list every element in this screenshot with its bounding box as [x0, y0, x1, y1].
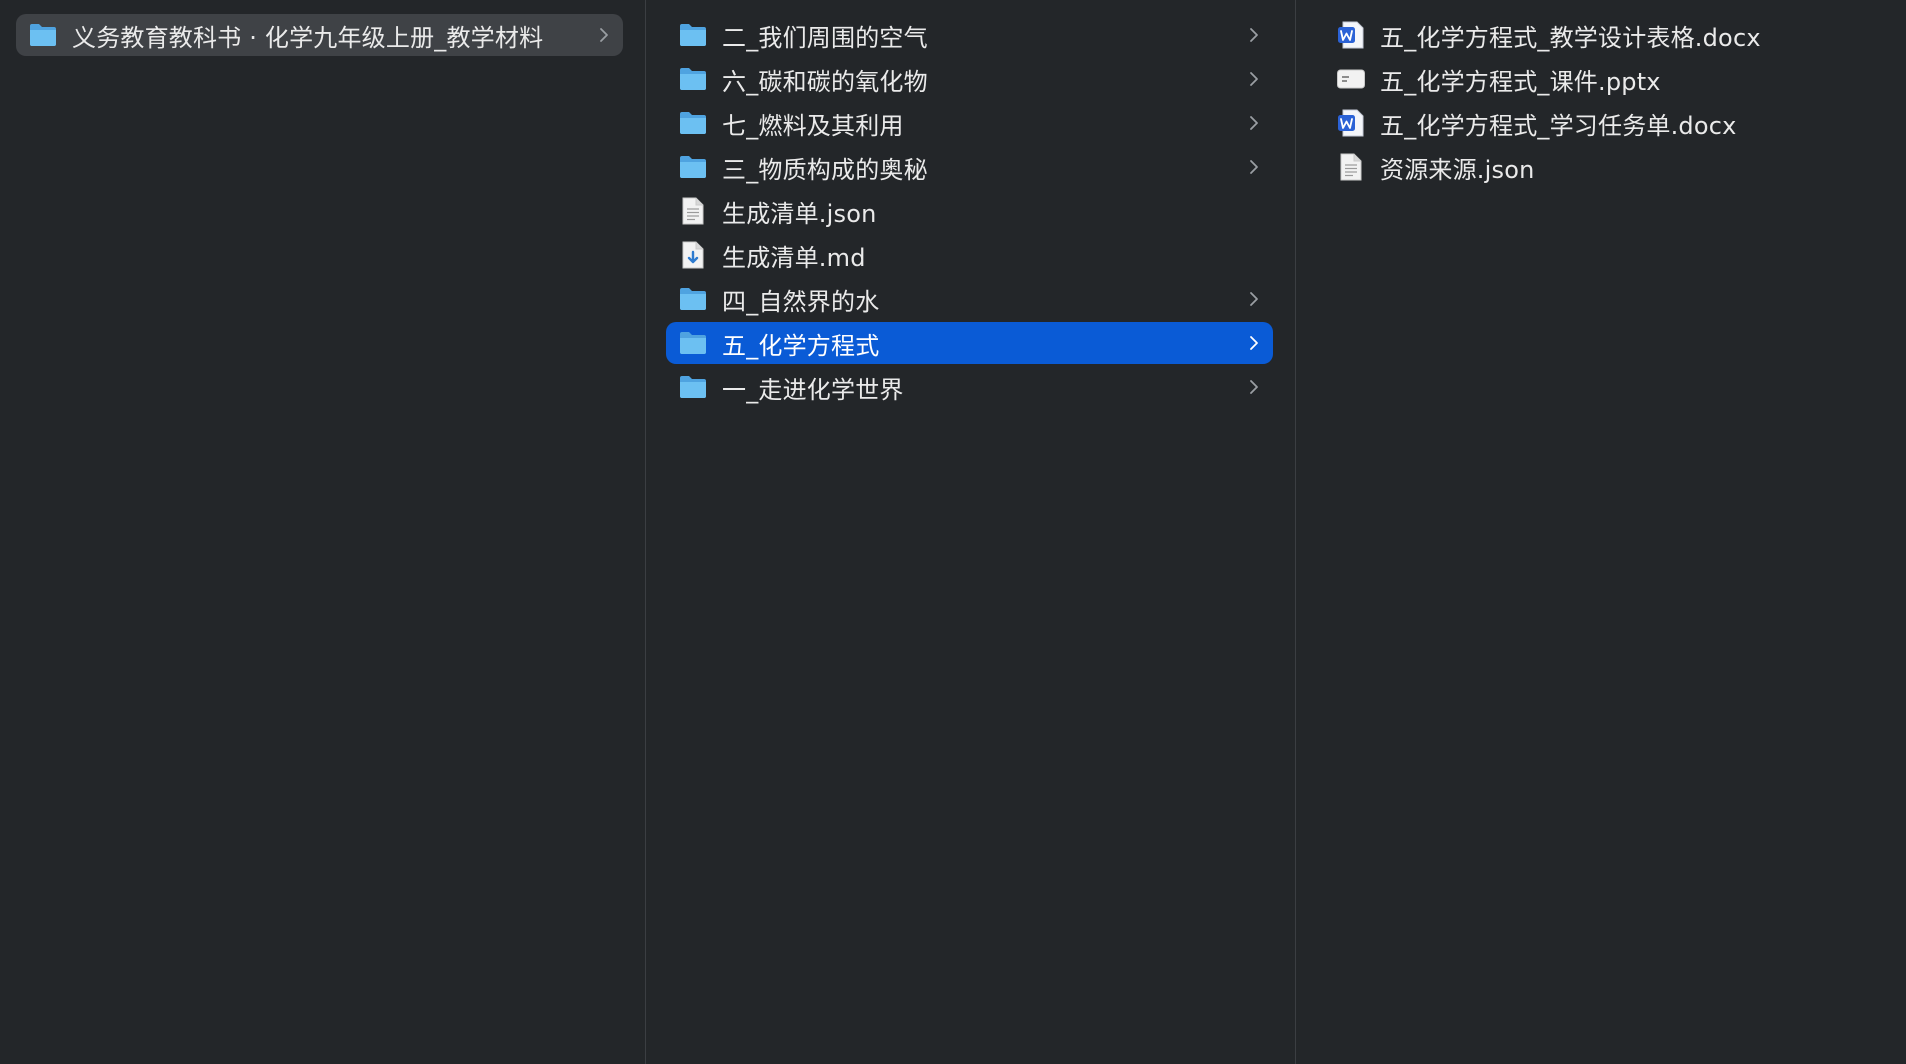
folder-label: 四_自然界的水	[722, 287, 880, 316]
folder-row[interactable]: 六_碳和碳的氧化物	[666, 58, 1273, 100]
folder-label: 六_碳和碳的氧化物	[722, 67, 928, 96]
file-label: 五_化学方程式_课件.pptx	[1380, 67, 1661, 96]
word-document-icon	[1336, 108, 1366, 138]
folder-icon	[678, 328, 708, 358]
folder-row-root[interactable]: 义务教育教科书 · 化学九年级上册_教学材料	[16, 14, 623, 56]
column-teaching-materials[interactable]: 二_我们周围的空气 六_碳和碳的氧化物 七_燃料及其利用 三_物质构成的奥秘 生…	[646, 0, 1295, 1064]
folder-icon	[28, 20, 58, 50]
chevron-right-icon	[1241, 110, 1267, 136]
folder-icon	[678, 284, 708, 314]
document-icon	[1336, 152, 1366, 182]
folder-label: 三_物质构成的奥秘	[722, 155, 928, 184]
document-icon	[678, 196, 708, 226]
chevron-right-icon	[1241, 66, 1267, 92]
chevron-right-icon	[1241, 154, 1267, 180]
folder-label: 七_燃料及其利用	[722, 111, 904, 140]
chevron-right-icon	[1241, 22, 1267, 48]
folder-label: 二_我们周围的空气	[722, 23, 928, 52]
folder-icon	[678, 20, 708, 50]
file-row[interactable]: 资源来源.json	[1324, 146, 1884, 188]
folder-label: 义务教育教科书 · 化学九年级上册_教学材料	[72, 23, 544, 52]
file-label: 生成清单.json	[722, 199, 877, 228]
folder-icon	[678, 152, 708, 182]
word-document-icon	[1336, 20, 1366, 50]
folder-row-selected[interactable]: 五_化学方程式	[666, 322, 1273, 364]
folder-icon	[678, 64, 708, 94]
folder-row[interactable]: 七_燃料及其利用	[666, 102, 1273, 144]
file-row[interactable]: 五_化学方程式_学习任务单.docx	[1324, 102, 1884, 144]
file-row[interactable]: 生成清单.md	[666, 234, 1273, 276]
folder-row[interactable]: 一_走进化学世界	[666, 366, 1273, 408]
folder-icon	[678, 372, 708, 402]
folder-label: 一_走进化学世界	[722, 375, 904, 404]
chevron-right-icon	[1241, 374, 1267, 400]
folder-row[interactable]: 二_我们周围的空气	[666, 14, 1273, 56]
file-row[interactable]: 五_化学方程式_教学设计表格.docx	[1324, 14, 1884, 56]
column-root[interactable]: 义务教育教科书 · 化学九年级上册_教学材料	[0, 0, 645, 1064]
file-label: 生成清单.md	[722, 243, 866, 272]
chevron-right-icon	[1241, 286, 1267, 312]
file-row[interactable]: 五_化学方程式_课件.pptx	[1324, 58, 1884, 100]
chevron-right-icon	[1241, 330, 1267, 356]
file-row[interactable]: 生成清单.json	[666, 190, 1273, 232]
folder-row[interactable]: 三_物质构成的奥秘	[666, 146, 1273, 188]
file-label: 资源来源.json	[1380, 155, 1535, 184]
file-label: 五_化学方程式_教学设计表格.docx	[1380, 23, 1761, 52]
folder-label: 五_化学方程式	[722, 331, 880, 360]
folder-row[interactable]: 四_自然界的水	[666, 278, 1273, 320]
file-label: 五_化学方程式_学习任务单.docx	[1380, 111, 1737, 140]
folder-icon	[678, 108, 708, 138]
presentation-file-icon	[1336, 64, 1366, 94]
chevron-right-icon	[591, 22, 617, 48]
finder-column-browser: 义务教育教科书 · 化学九年级上册_教学材料 二_我们周围的空气 六_碳和碳的氧…	[0, 0, 1906, 1064]
markdown-file-icon	[678, 240, 708, 270]
column-chemical-equations[interactable]: 五_化学方程式_教学设计表格.docx 五_化学方程式_课件.pptx 五_化学…	[1296, 0, 1906, 1064]
